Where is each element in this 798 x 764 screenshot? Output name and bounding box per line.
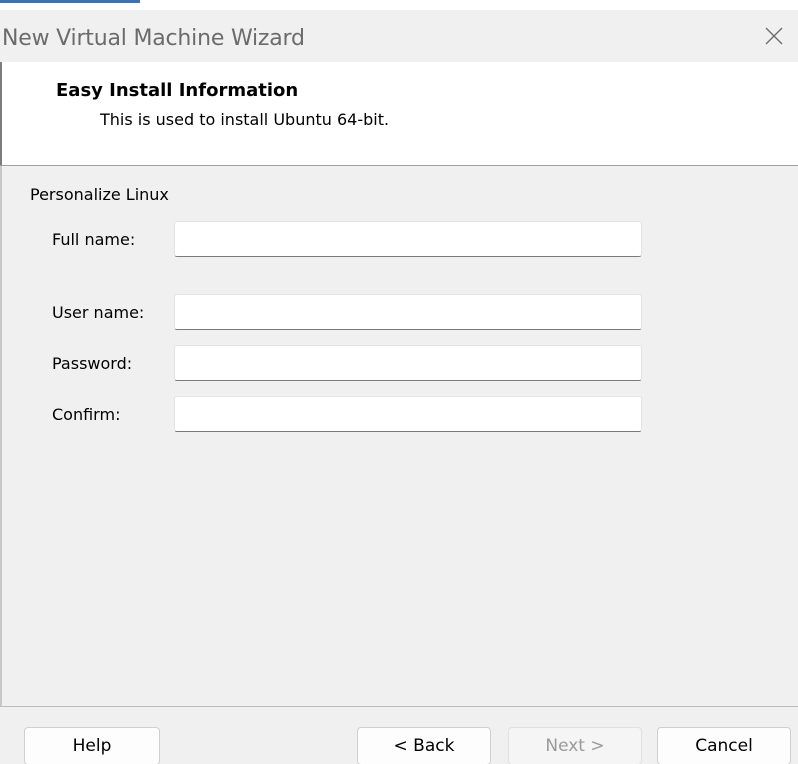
- password-input[interactable]: [174, 345, 642, 381]
- next-button[interactable]: Next >: [508, 727, 642, 764]
- wizard-window: New Virtual Machine Wizard Easy Install …: [0, 0, 798, 764]
- content-left-edge: [0, 166, 2, 706]
- window-top-strip: [0, 0, 798, 10]
- title-bar[interactable]: New Virtual Machine Wizard: [0, 10, 798, 62]
- window-accent-bar: [0, 0, 140, 3]
- help-button[interactable]: Help: [24, 727, 160, 764]
- header-left-edge: [0, 62, 2, 165]
- full-name-label: Full name:: [52, 230, 136, 249]
- password-label: Password:: [52, 354, 133, 373]
- user-name-input[interactable]: [174, 294, 642, 330]
- confirm-label: Confirm:: [52, 405, 121, 424]
- section-label: Personalize Linux: [30, 185, 169, 204]
- user-name-label: User name:: [52, 303, 145, 322]
- window-title: New Virtual Machine Wizard: [2, 26, 305, 51]
- back-button[interactable]: < Back: [357, 727, 491, 764]
- wizard-footer: Help < Back Next > Cancel: [0, 706, 798, 764]
- close-icon: [765, 27, 783, 45]
- wizard-header: Easy Install Information This is used to…: [0, 62, 798, 166]
- page-title: Easy Install Information: [56, 80, 299, 101]
- page-subtitle: This is used to install Ubuntu 64-bit.: [100, 110, 390, 129]
- confirm-password-input[interactable]: [174, 396, 642, 432]
- full-name-input[interactable]: [174, 221, 642, 257]
- wizard-content: Personalize Linux Full name: User name: …: [0, 166, 798, 706]
- cancel-button[interactable]: Cancel: [657, 727, 791, 764]
- close-button[interactable]: [752, 16, 796, 56]
